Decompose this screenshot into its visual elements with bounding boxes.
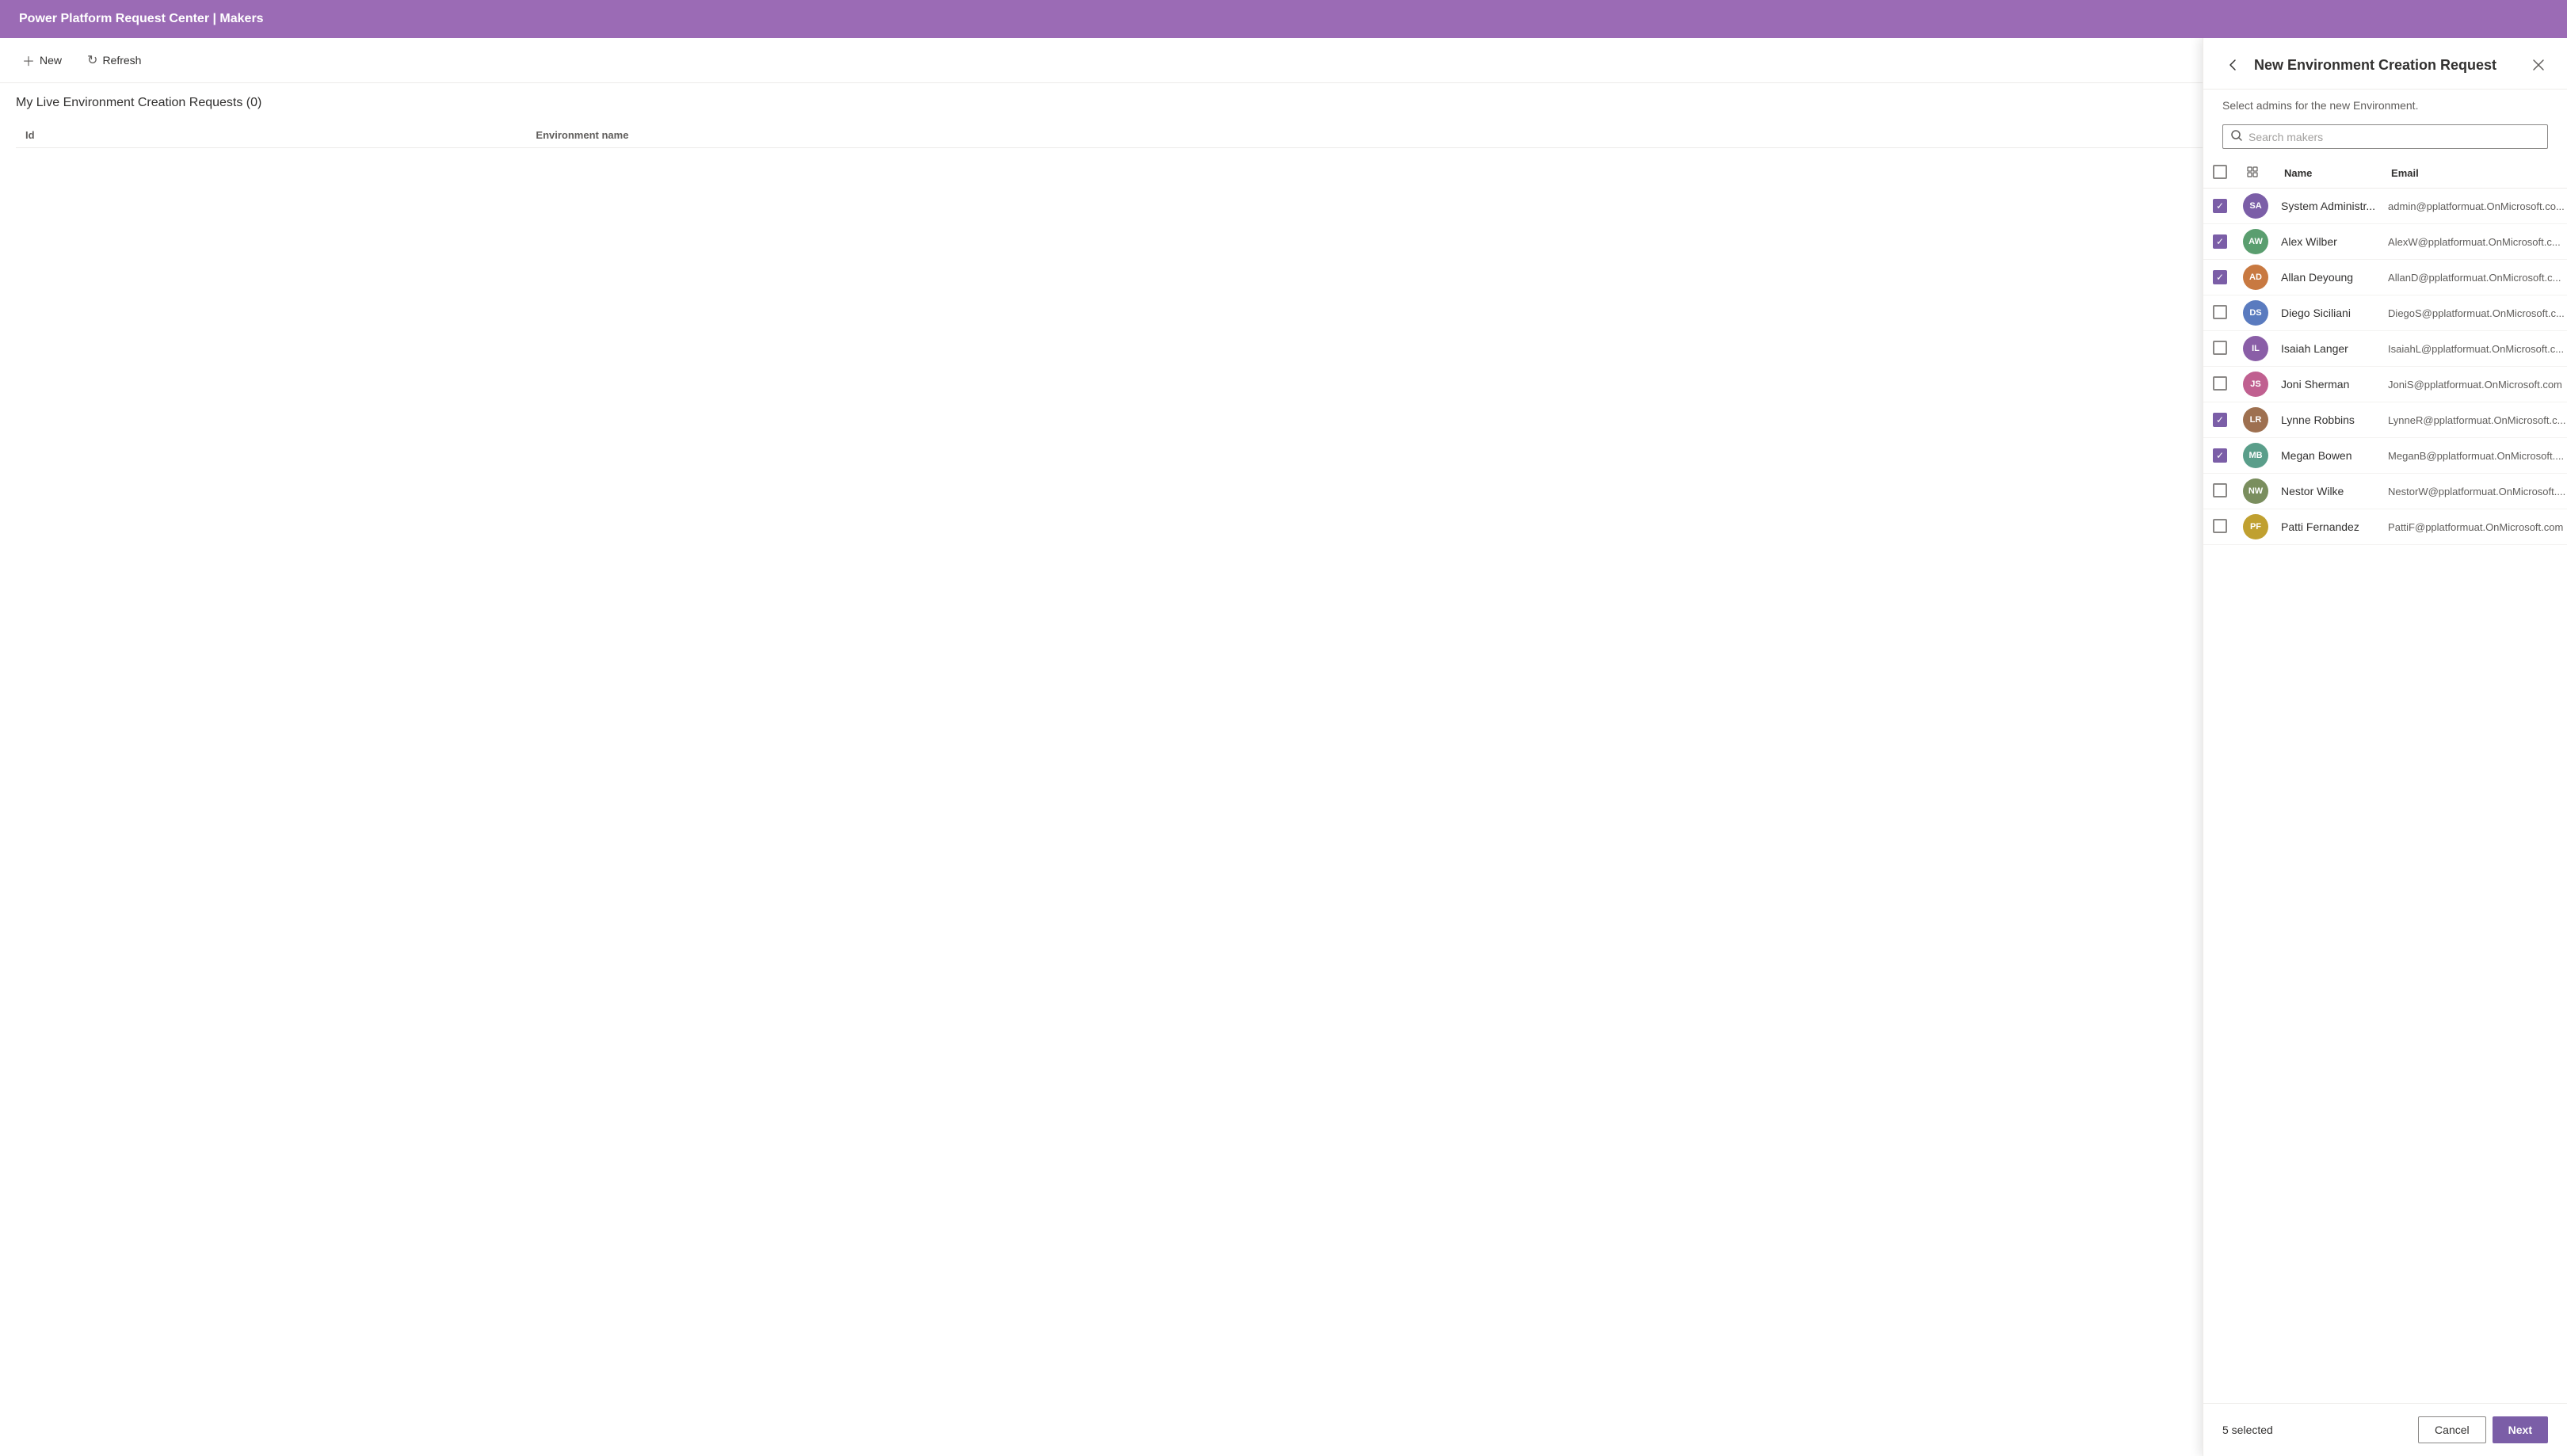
maker-name: Alex Wilber [2281,235,2337,248]
makers-table: Name Email SA System Administr... admin@pp… [2203,158,2567,545]
maker-name: Megan Bowen [2281,449,2352,462]
cancel-button[interactable]: Cancel [2418,1416,2486,1443]
avatar: JS [2243,372,2268,397]
row-checkbox[interactable] [2213,376,2227,391]
maker-name: Allan Deyoung [2281,271,2353,284]
refresh-button-label: Refresh [102,54,141,67]
maker-name: Isaiah Langer [2281,342,2348,355]
maker-email: JoniS@pplatformuat.OnMicrosoft.com [2388,379,2562,391]
panel-subtitle: Select admins for the new Environment. [2203,90,2567,121]
row-checkbox[interactable] [2213,483,2227,497]
table-row[interactable]: DS Diego Siciliani DiegoS@pplatformuat.OnM… [2203,295,2567,331]
next-button[interactable]: Next [2493,1416,2548,1443]
select-all-checkbox[interactable] [2213,165,2227,179]
table-area: Id Environment name [0,123,2567,1456]
col-header-avatar [2237,158,2275,189]
avatar: IL [2243,336,2268,361]
maker-name: Nestor Wilke [2281,485,2344,497]
maker-name: Joni Sherman [2281,378,2349,391]
row-checkbox[interactable] [2213,448,2227,463]
table-row[interactable]: AD Allan Deyoung AllanD@pplatformuat.OnMic… [2203,260,2567,295]
table-row[interactable]: AW Alex Wilber AlexW@pplatformuat.OnMicros… [2203,224,2567,260]
maker-name: Patti Fernandez [2281,520,2359,533]
col-header-name: Name [2275,158,2382,189]
table-row[interactable]: NW Nestor Wilke NestorW@pplatformuat.OnMic… [2203,474,2567,509]
table-row[interactable]: SA System Administr... admin@pplatformuat.… [2203,189,2567,224]
avatar: AD [2243,265,2268,290]
page-title: My Live Environment Creation Requests (0… [0,83,2567,123]
row-checkbox[interactable] [2213,519,2227,533]
panel-footer: 5 selected Cancel Next [2203,1403,2567,1456]
panel-close-button[interactable] [2529,55,2548,74]
avatar: MB [2243,443,2268,468]
col-header-email: Email [2382,158,2567,189]
col-header-select [2203,158,2237,189]
footer-buttons: Cancel Next [2418,1416,2548,1443]
table-row[interactable]: IL Isaiah Langer IsaiahL@pplatformuat.OnMi… [2203,331,2567,367]
avatar: SA [2243,193,2268,219]
app-title: Power Platform Request Center | Makers [19,12,264,26]
refresh-icon: ↻ [87,52,97,68]
maker-email: LynneR@pplatformuat.OnMicrosoft.c... [2388,414,2565,426]
main-table: Id Environment name [16,123,2551,148]
panel-header: New Environment Creation Request [2203,38,2567,90]
panel-back-button[interactable] [2222,54,2245,76]
row-checkbox[interactable] [2213,270,2227,284]
toolbar: ＋ New ↻ Refresh [0,38,2567,83]
search-input[interactable] [2249,131,2539,143]
top-bar: Power Platform Request Center | Makers [0,0,2567,38]
makers-table-wrapper: Name Email SA System Administr... admin@pp… [2203,158,2567,1403]
plus-icon: ＋ [22,51,35,70]
row-checkbox[interactable] [2213,234,2227,249]
avatar: LR [2243,407,2268,433]
table-row[interactable]: MB Megan Bowen MeganB@pplatformuat.OnMicro… [2203,438,2567,474]
panel-title: New Environment Creation Request [2254,57,2519,74]
maker-email: admin@pplatformuat.OnMicrosoft.co... [2388,200,2565,212]
new-button-label: New [40,54,62,67]
maker-email: NestorW@pplatformuat.OnMicrosoft.... [2388,486,2565,497]
maker-email: AllanD@pplatformuat.OnMicrosoft.c... [2388,272,2561,284]
main-area: ＋ New ↻ Refresh My Live Environment Crea… [0,38,2567,1456]
col-id: Id [16,123,526,148]
row-checkbox[interactable] [2213,413,2227,427]
avatar: NW [2243,478,2268,504]
table-row[interactable]: PF Patti Fernandez PattiF@pplatformuat.OnM… [2203,509,2567,545]
left-content: ＋ New ↻ Refresh My Live Environment Crea… [0,38,2567,1456]
row-checkbox[interactable] [2213,199,2227,213]
panel: New Environment Creation Request Select … [2203,38,2567,1456]
search-icon [2231,130,2242,143]
search-box[interactable] [2222,124,2548,149]
maker-name: Lynne Robbins [2281,414,2355,426]
avatar: AW [2243,229,2268,254]
row-checkbox[interactable] [2213,305,2227,319]
maker-name: System Administr... [2281,200,2375,212]
maker-email: AlexW@pplatformuat.OnMicrosoft.c... [2388,236,2561,248]
maker-email: IsaiahL@pplatformuat.OnMicrosoft.c... [2388,343,2564,355]
avatar: PF [2243,514,2268,539]
avatar: DS [2243,300,2268,326]
maker-email: MeganB@pplatformuat.OnMicrosoft.... [2388,450,2564,462]
selected-count: 5 selected [2222,1424,2273,1436]
row-checkbox[interactable] [2213,341,2227,355]
refresh-button[interactable]: ↻ Refresh [81,49,147,71]
maker-email: DiegoS@pplatformuat.OnMicrosoft.c... [2388,307,2565,319]
new-button[interactable]: ＋ New [16,48,68,73]
table-row[interactable]: JS Joni Sherman JoniS@pplatformuat.OnMicro… [2203,367,2567,402]
maker-email: PattiF@pplatformuat.OnMicrosoft.com [2388,521,2563,533]
maker-name: Diego Siciliani [2281,307,2351,319]
table-row[interactable]: LR Lynne Robbins LynneR@pplatformuat.OnMic… [2203,402,2567,438]
